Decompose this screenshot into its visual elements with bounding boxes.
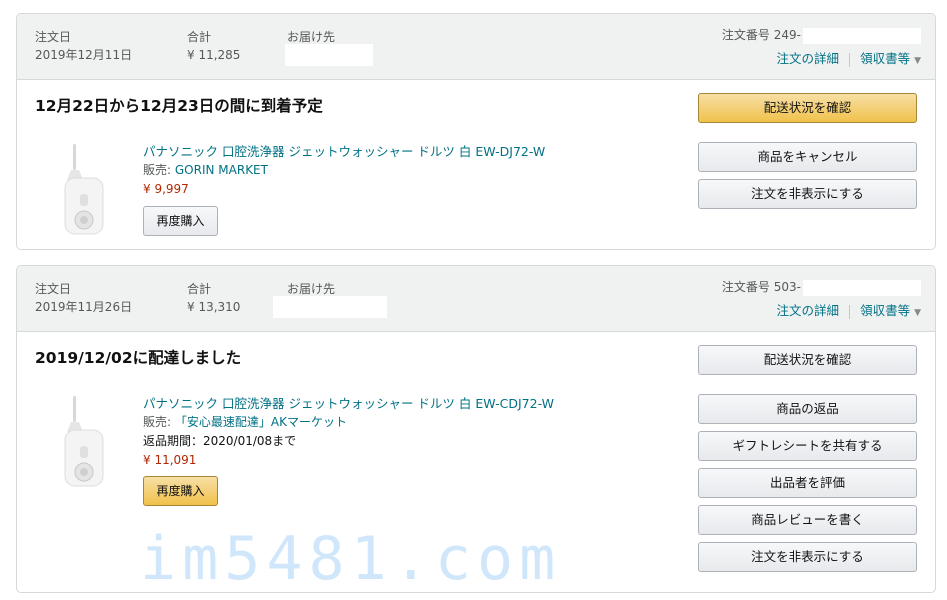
- order-total-label: 合計: [187, 30, 212, 44]
- order-number-label: 注文番号: [721, 280, 770, 294]
- link-divider: [849, 304, 851, 319]
- order-date: 注文日 2019年12月11日: [35, 28, 132, 64]
- order-number-redacted: [803, 27, 921, 44]
- product-info: パナソニック 口腔洗浄器 ジェットウォッシャー ドルツ 白 EW-DJ72-W …: [143, 142, 545, 199]
- water-flosser-image: [64, 396, 104, 487]
- order-total-value: ¥ 11,285: [187, 48, 241, 62]
- seller-label: 販売:: [143, 163, 172, 177]
- track-package-button[interactable]: 配送状況を確認: [698, 93, 917, 123]
- order-date: 注文日 2019年11月26日: [35, 280, 132, 316]
- write-review-button[interactable]: 商品レビューを書く: [698, 505, 917, 535]
- order-number-value: 503-: [773, 280, 801, 294]
- order-date-label: 注文日: [35, 282, 72, 296]
- hide-order-button[interactable]: 注文を非表示にする: [698, 542, 917, 572]
- chevron-down-icon: ▼: [914, 56, 921, 66]
- receipt-link-label: 領収書等: [860, 51, 911, 66]
- receipt-link-label: 領収書等: [860, 303, 911, 318]
- order-total-label: 合計: [187, 282, 212, 296]
- order-header: 注文日 2019年12月11日 合計 ¥ 11,285 お届け先 注文番号 24…: [17, 14, 935, 80]
- order-date-value: 2019年11月26日: [35, 300, 133, 314]
- buy-again-button[interactable]: 再度購入: [143, 206, 218, 236]
- order-date-value: 2019年12月11日: [35, 48, 133, 62]
- delivery-status: 12月22日から12月23日の間に到着予定: [35, 97, 323, 115]
- ship-to-redacted: [285, 44, 373, 66]
- order-total: 合計 ¥ 13,310: [187, 280, 240, 316]
- order-number-block: 注文番号 249- 注文の詳細 領収書等 ▼: [722, 26, 921, 67]
- order-date-label: 注文日: [35, 30, 72, 44]
- water-flosser-image: [64, 144, 104, 235]
- order-number-block: 注文番号 503- 注文の詳細 領収書等 ▼: [722, 278, 921, 319]
- return-period: 返品期間：2020/01/08まで: [143, 434, 297, 448]
- ship-to-redacted: [273, 296, 387, 318]
- order-card: 注文日 2019年11月26日 合計 ¥ 13,310 お届け先 注文番号 50…: [16, 265, 936, 593]
- item-price: ¥ 11,091: [143, 453, 197, 467]
- track-package-button[interactable]: 配送状況を確認: [698, 345, 917, 375]
- order-number-label: 注文番号: [721, 28, 770, 42]
- chevron-down-icon: ▼: [914, 308, 921, 318]
- order-number-value: 249-: [773, 28, 801, 42]
- share-gift-receipt-button[interactable]: ギフトレシートを共有する: [698, 431, 917, 461]
- rate-seller-button[interactable]: 出品者を評価: [698, 468, 917, 498]
- order-details-link[interactable]: 注文の詳細: [777, 303, 840, 318]
- seller-link[interactable]: 「安心最速配達」AKマーケット: [175, 415, 347, 429]
- receipt-link[interactable]: 領収書等 ▼: [860, 51, 921, 66]
- delivery-status: 2019/12/02に配達しました: [35, 349, 242, 367]
- order-number-redacted: [803, 279, 921, 296]
- product-image[interactable]: [47, 390, 131, 494]
- product-title-link[interactable]: パナソニック 口腔洗浄器 ジェットウォッシャー ドルツ 白 EW-CDJ72-W: [143, 394, 554, 413]
- order-total-value: ¥ 13,310: [187, 300, 241, 314]
- order-header: 注文日 2019年11月26日 合計 ¥ 13,310 お届け先 注文番号 50…: [17, 266, 935, 332]
- item-price: ¥ 9,997: [143, 182, 189, 196]
- order-total: 合計 ¥ 11,285: [187, 28, 240, 64]
- product-info: パナソニック 口腔洗浄器 ジェットウォッシャー ドルツ 白 EW-CDJ72-W…: [143, 394, 554, 470]
- receipt-link[interactable]: 領収書等 ▼: [860, 303, 921, 318]
- seller: 販売: GORIN MARKET: [143, 161, 545, 180]
- return-item-button[interactable]: 商品の返品: [698, 394, 917, 424]
- order-details-link[interactable]: 注文の詳細: [777, 51, 840, 66]
- cancel-item-button[interactable]: 商品をキャンセル: [698, 142, 917, 172]
- seller-label: 販売:: [143, 415, 172, 429]
- order-card: 注文日 2019年12月11日 合計 ¥ 11,285 お届け先 注文番号 24…: [16, 13, 936, 250]
- seller-link[interactable]: GORIN MARKET: [175, 163, 268, 177]
- link-divider: [849, 52, 851, 67]
- buy-again-button[interactable]: 再度購入: [143, 476, 218, 506]
- product-title-link[interactable]: パナソニック 口腔洗浄器 ジェットウォッシャー ドルツ 白 EW-DJ72-W: [143, 142, 545, 161]
- seller: 販売: 「安心最速配達」AKマーケット: [143, 413, 554, 432]
- product-image[interactable]: [47, 138, 131, 242]
- hide-order-button[interactable]: 注文を非表示にする: [698, 179, 917, 209]
